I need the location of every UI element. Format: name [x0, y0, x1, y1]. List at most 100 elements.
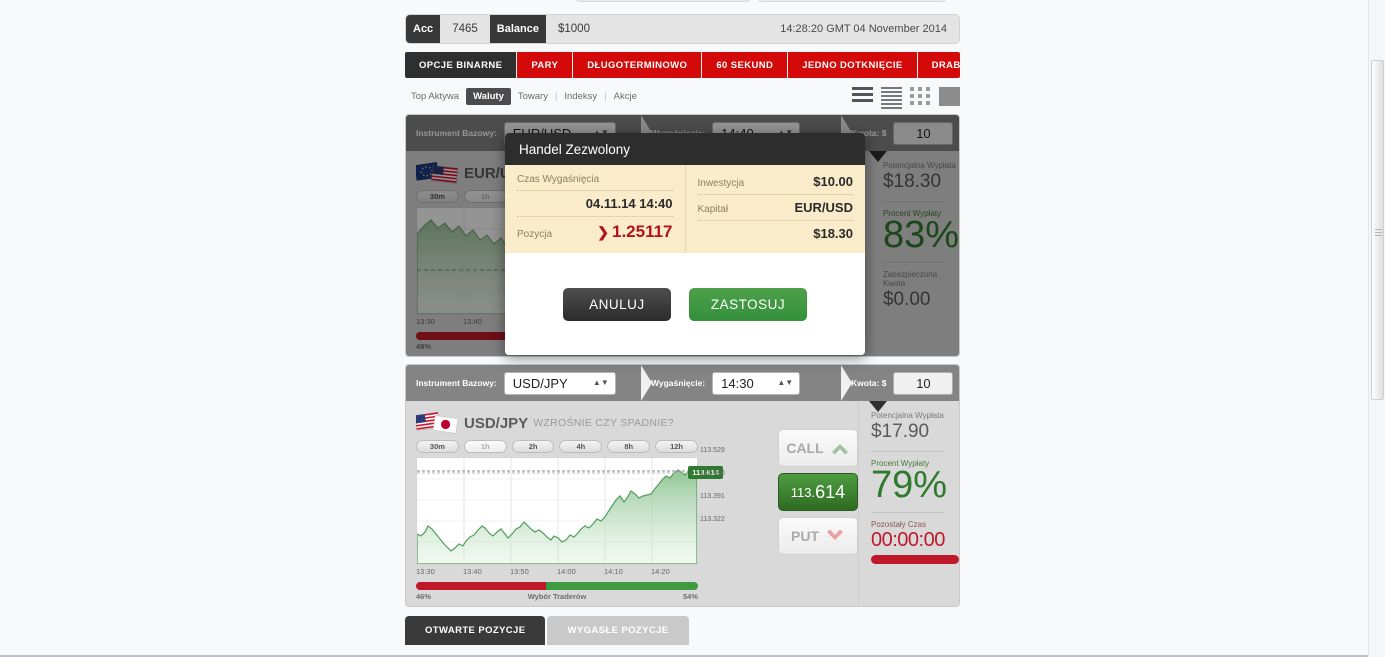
panel2-callput-column: CALL 113. 614 PUT — [778, 401, 858, 606]
positions-tabs: OTWARTE POZYCJE WYGASŁE POZYCJE — [405, 616, 960, 645]
panel1-payout-label: Potencjalna Wypłata — [882, 161, 956, 170]
filter-indeksy[interactable]: Indeksy — [557, 91, 604, 102]
scrollbar-thumb[interactable] — [1371, 60, 1384, 400]
panel1-payout-column: Potencjalna Wypłata $18.30 Procent Wypła… — [869, 151, 959, 356]
panel2-amount-label: Kwota: $ — [851, 378, 887, 388]
partial-control-left — [575, 0, 751, 2]
panel2-seg-arrow-1 — [641, 365, 652, 401]
panel2-expiry-label: Wygaśnięcie: — [651, 378, 706, 388]
modal-row-investment: Inwestycja $10.00 — [697, 169, 853, 195]
panel1-divider-1 — [882, 201, 945, 202]
grid-view-icon[interactable] — [910, 86, 931, 106]
panel2-tf-8h[interactable]: 8h — [607, 440, 651, 453]
asset-filter-bar: Top Aktywa Waluty Towary | Indeksy | Akc… — [405, 85, 960, 109]
call-button[interactable]: CALL — [778, 429, 858, 467]
eur-usd-flag-icon — [414, 161, 459, 185]
panel2-expiry-value: 14:30 — [721, 375, 754, 391]
panel2-instrument-label: Instrument Bazowy: — [416, 378, 497, 388]
scrollbar-grip-icon — [1375, 229, 1382, 236]
panel2-tf-30m[interactable]: 30m — [416, 440, 459, 453]
nav-item-dlugoterminowo[interactable]: DŁUGOTERMINOWO — [573, 52, 703, 78]
panel2-sentiment-mid: Wybór Traderów — [527, 592, 587, 601]
modal-left-column: Czas Wygaśnięcia 04.11.14 14:40 Pozycja … — [505, 165, 686, 253]
nav-item-drabina[interactable]: DRABINA — [917, 52, 960, 78]
panel2-expand-caret[interactable] — [869, 401, 887, 412]
nav-item-jedno-dotkniecie[interactable]: JEDNO DOTKNIĘCIE — [788, 52, 918, 78]
panel2-timeframes: 30m 1h 2h 4h 8h 12h — [416, 440, 698, 453]
panel2-xtick-0: 13:30 — [416, 567, 435, 576]
current-rate-dec: 614 — [815, 481, 846, 502]
panel1-insured-label: Zabezpieczona Kwota — [882, 270, 938, 288]
modal-capital-key: Kapitał — [697, 204, 729, 215]
panel2-tf-2h[interactable]: 2h — [511, 440, 555, 453]
tab-wygasle-pozycje[interactable]: WYGASŁE POZYCJE — [547, 616, 689, 645]
panel1-divider-2 — [882, 262, 945, 263]
partial-control-right — [757, 0, 947, 2]
nav-item-60-sekund[interactable]: 60 SEKUND — [702, 52, 789, 78]
panel1-insured-value: $0.00 — [882, 289, 931, 310]
panel2-timer-bar — [871, 555, 959, 564]
panel1-percent-value: 83% — [882, 214, 959, 256]
panel2-sentiment-bear — [416, 582, 546, 590]
panel1-tf-30m[interactable]: 30m — [416, 190, 459, 203]
tab-otwarte-pozycje[interactable]: OTWARTE POZYCJE — [405, 616, 546, 645]
cancel-button[interactable]: ANULUJ — [562, 287, 671, 321]
lines-view-icon[interactable] — [881, 86, 902, 109]
balance-value: $1000 — [557, 23, 590, 35]
nav-item-opcje-binarne[interactable]: OPCJE BINARNE — [405, 52, 518, 78]
panel2-xtick-2: 13:50 — [510, 567, 529, 576]
panel2-header: Instrument Bazowy: USD/JPY ▲▼ Wygaśnięci… — [406, 365, 959, 401]
panel1-tf-1h[interactable]: 1h — [463, 190, 507, 203]
panel2-sentiment: 46% Wybór Traderów 54% — [416, 582, 698, 601]
trade-confirmation-modal: Handel Zezwolony Czas Wygaśnięcia 04.11.… — [505, 133, 865, 355]
acc-chip: Acc — [406, 15, 441, 43]
panel1-instrument-label: Instrument Bazowy: — [416, 128, 497, 138]
panel2-percent-value: 79% — [871, 464, 948, 506]
panel2-ytick-1: 113.529 — [700, 447, 725, 454]
panel2-tf-12h[interactable]: 12h — [655, 440, 698, 453]
apply-button[interactable]: ZASTOSUJ — [688, 287, 808, 321]
panel2-tf-1h[interactable]: 1h — [463, 440, 507, 453]
panel2-expiry-select[interactable]: 14:30 ▲▼ — [712, 371, 801, 395]
balance-chip: Balance — [489, 15, 546, 43]
panel1-amount-input[interactable]: 10 — [893, 121, 954, 145]
panel2-amount-segment: Kwota: $ 10 — [841, 365, 954, 401]
account-bar: Acc 7465 Balance $1000 14:28:20 GMT 04 N… — [405, 14, 960, 44]
panel2-ytick-4: 113.322 — [700, 516, 725, 523]
filter-waluty[interactable]: Waluty — [466, 87, 511, 105]
modal-title: Handel Zezwolony — [505, 133, 865, 165]
panel2-chart[interactable]: 113.614 — [416, 457, 723, 565]
panel1-expand-caret[interactable] — [869, 151, 887, 162]
panel2-instrument-value: USD/JPY — [512, 375, 568, 391]
top-partial-controls — [405, 0, 960, 10]
panel2-instrument-segment: Instrument Bazowy: USD/JPY ▲▼ — [406, 365, 652, 401]
nav-item-pary[interactable]: PARY — [517, 52, 574, 78]
view-mode-switcher — [852, 86, 960, 109]
browser-page: Acc 7465 Balance $1000 14:28:20 GMT 04 N… — [0, 0, 1368, 657]
modal-row-expiry-value: 04.11.14 14:40 — [517, 191, 673, 217]
panel2-xtick-1: 13:40 — [463, 567, 482, 576]
panel2-xtick-5: 14:20 — [651, 567, 670, 576]
panel2-tf-4h[interactable]: 4h — [559, 440, 603, 453]
panel2-sentiment-bar — [416, 582, 698, 590]
filter-towary[interactable]: Towary — [511, 91, 555, 102]
panel2-sentiment-labels: 46% Wybór Traderów 54% — [416, 592, 698, 601]
modal-row-payout: $18.30 — [698, 221, 853, 246]
filter-akcje[interactable]: Akcje — [607, 91, 644, 102]
modal-investment-key: Inwestycja — [697, 178, 745, 189]
modal-right-column: Inwestycja $10.00 Kapitał EUR/USD $18.30 — [686, 165, 866, 253]
panel2-xtick-4: 14:10 — [604, 567, 623, 576]
panel2-payout-column: Potencjalna Wypłata $17.90 Procent Wypła… — [858, 401, 959, 606]
panel1-sentiment-left: 49% — [416, 342, 432, 351]
panel2-xaxis: 13:30 13:40 13:50 14:00 14:10 14:20 — [416, 567, 698, 576]
rows-view-icon[interactable] — [852, 86, 873, 106]
panel2-payout-label: Potencjalna Wypłata — [871, 411, 944, 420]
chevron-updown-icon: ▲▼ — [592, 378, 609, 387]
page-scrollbar[interactable] — [1368, 0, 1385, 657]
solid-view-icon[interactable] — [939, 86, 960, 106]
panel2-amount-input[interactable]: 10 — [893, 371, 954, 395]
put-button[interactable]: PUT — [778, 517, 858, 555]
panel2-instrument-select[interactable]: USD/JPY ▲▼ — [503, 371, 616, 395]
filter-top-aktywa[interactable]: Top Aktywa — [405, 91, 466, 102]
panel2-chart-column: USD/JPY WZROŚNIE CZY SPADNIE? 30m 1h 2h … — [406, 401, 778, 606]
